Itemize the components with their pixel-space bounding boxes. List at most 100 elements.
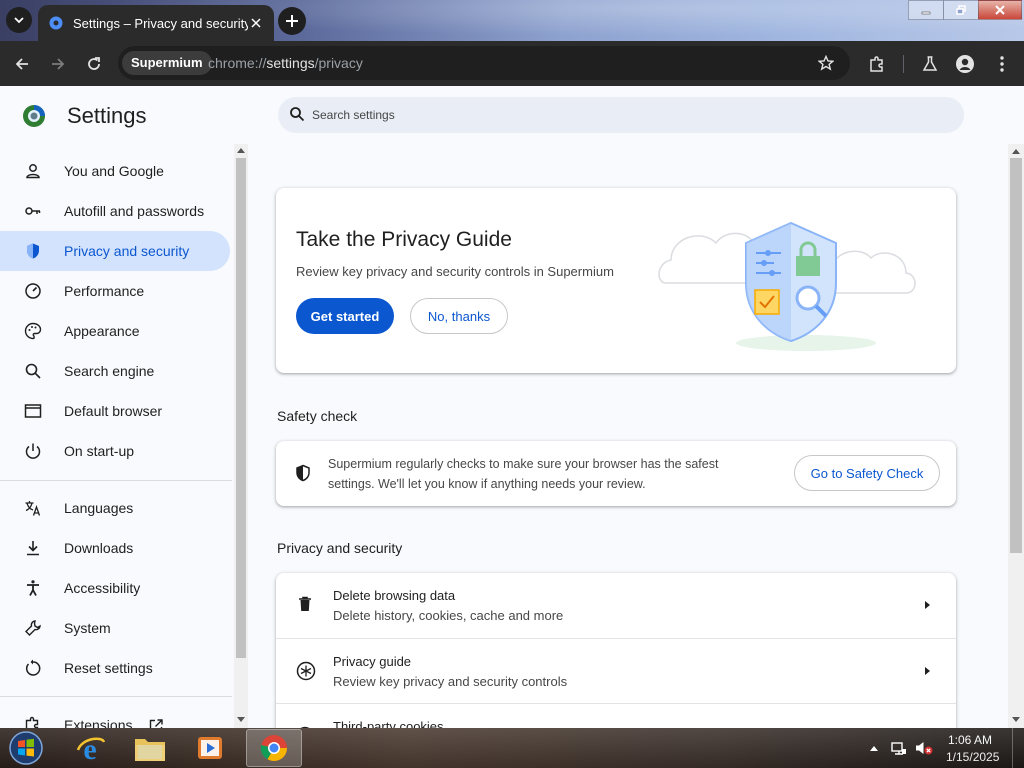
minimize-button[interactable]	[908, 0, 944, 20]
active-tab[interactable]: Settings – Privacy and security	[38, 5, 274, 41]
arrow-left-icon	[15, 58, 28, 70]
sidebar-item-search-engine[interactable]: Search engine	[0, 351, 230, 391]
sidebar-item-privacy[interactable]: Privacy and security	[0, 231, 230, 271]
reset-icon	[25, 659, 41, 676]
sidebar-scrollbar-thumb[interactable]	[236, 158, 246, 658]
arrow-right-icon	[52, 58, 65, 70]
download-icon	[27, 541, 39, 556]
sidebar-item-you-and-google[interactable]: You and Google	[0, 151, 230, 191]
menu-button[interactable]	[990, 52, 1014, 76]
sidebar-item-downloads[interactable]: Downloads	[0, 528, 230, 568]
sidebar-item-appearance[interactable]: Appearance	[0, 311, 230, 351]
sidebar-item-system[interactable]: System	[0, 608, 230, 648]
tab-title: Settings – Privacy and security	[73, 15, 248, 31]
sidebar-item-label: Performance	[64, 283, 145, 299]
sidebar-item-label: You and Google	[64, 163, 164, 179]
address-bar[interactable]: Supermium chrome://settings/privacy	[118, 46, 850, 80]
row-subtitle: Review key privacy and security controls	[333, 674, 568, 689]
labs-button[interactable]	[918, 52, 942, 76]
start-button[interactable]	[6, 729, 46, 767]
sidebar-item-on-startup[interactable]: On start-up	[0, 431, 230, 471]
reload-button[interactable]	[82, 52, 106, 76]
internet-explorer-icon: e	[76, 733, 106, 764]
clock-time[interactable]: 1:06 AM	[948, 733, 992, 747]
close-window-button[interactable]	[978, 0, 1022, 20]
sidebar-item-reset-settings[interactable]: Reset settings	[0, 648, 230, 688]
sidebar: You and Google Autofill and passwords Pr…	[0, 144, 232, 728]
privacy-guide-illustration	[656, 208, 926, 358]
search-placeholder: Search settings	[312, 108, 395, 122]
puzzle-icon	[25, 716, 39, 728]
go-to-safety-check-button[interactable]: Go to Safety Check	[794, 455, 940, 491]
tab-search-button[interactable]	[6, 7, 32, 33]
row-privacy-guide[interactable]: Privacy guide Review key privacy and sec…	[276, 638, 956, 703]
forward-button[interactable]	[46, 52, 70, 76]
tray-expand-icon[interactable]	[870, 745, 878, 751]
taskbar-media-player-button[interactable]	[182, 729, 238, 767]
toolbar-divider	[903, 55, 904, 73]
close-tab-icon[interactable]	[248, 15, 264, 31]
arrow-right-icon	[925, 601, 930, 609]
row-delete-browsing-data[interactable]: Delete browsing data Delete history, coo…	[276, 573, 956, 638]
restore-button[interactable]	[943, 0, 979, 20]
power-icon	[25, 443, 41, 459]
back-button[interactable]	[10, 52, 34, 76]
sidebar-item-label: Extensions	[64, 717, 133, 728]
folder-icon	[135, 739, 165, 761]
sidebar-item-default-browser[interactable]: Default browser	[0, 391, 230, 431]
taskbar-browser-button[interactable]	[246, 729, 302, 767]
shield-icon	[27, 243, 39, 259]
sidebar-item-performance[interactable]: Performance	[0, 271, 230, 311]
row-subtitle: Delete history, cookies, cache and more	[333, 608, 564, 623]
bookmark-star-icon[interactable]	[818, 55, 834, 71]
extensions-button[interactable]	[865, 52, 889, 76]
scroll-down-arrow-icon[interactable]	[1012, 717, 1020, 722]
taskbar-ie-button[interactable]: e	[62, 729, 118, 767]
more-vert-icon	[1000, 56, 1004, 72]
profile-button[interactable]	[953, 52, 977, 76]
scroll-up-arrow-icon[interactable]	[1012, 149, 1020, 154]
scroll-up-arrow-icon[interactable]	[237, 148, 245, 153]
show-desktop-button[interactable]	[1012, 728, 1024, 768]
sidebar-divider	[0, 480, 232, 481]
sidebar-item-languages[interactable]: Languages	[0, 488, 230, 528]
search-settings-field[interactable]: Search settings	[278, 97, 964, 133]
safety-check-description: Supermium regularly checks to make sure …	[328, 457, 719, 491]
sidebar-item-label: Autofill and passwords	[64, 203, 205, 219]
clock-date[interactable]: 1/15/2025	[946, 750, 999, 764]
privacy-guide-card: Take the Privacy Guide Review key privac…	[276, 188, 956, 373]
sidebar-item-label: Downloads	[64, 540, 134, 556]
get-started-button[interactable]: Get started	[296, 298, 394, 334]
browser-toolbar: Supermium chrome://settings/privacy	[0, 41, 1024, 86]
reload-icon	[88, 57, 100, 70]
privacy-guide-icon	[296, 661, 316, 681]
sidebar-item-accessibility[interactable]: Accessibility	[0, 568, 230, 608]
gear-icon	[49, 16, 63, 30]
sidebar-item-label: System	[64, 620, 111, 636]
sidebar-item-label: Default browser	[64, 403, 163, 419]
taskbar: e 1:06 AM 1/15/2025	[0, 728, 1024, 768]
sidebar-item-autofill[interactable]: Autofill and passwords	[0, 191, 230, 231]
row-title: Delete browsing data	[333, 588, 456, 603]
network-icon[interactable]	[891, 740, 907, 756]
browser-window-icon	[24, 404, 42, 418]
main-scrollbar-thumb[interactable]	[1010, 158, 1022, 553]
row-third-party-cookies[interactable]: Third-party cookies	[276, 703, 956, 728]
minimize-icon	[921, 11, 931, 15]
scroll-down-arrow-icon[interactable]	[237, 717, 245, 722]
volume-muted-icon[interactable]	[915, 740, 933, 756]
chevron-down-icon	[14, 17, 24, 24]
sidebar-item-extensions[interactable]: Extensions	[0, 705, 230, 728]
url-text[interactable]: chrome://settings/privacy	[208, 55, 363, 71]
site-chip[interactable]: Supermium	[122, 51, 212, 75]
palette-icon	[24, 322, 42, 340]
no-thanks-button[interactable]: No, thanks	[410, 298, 508, 334]
sidebar-item-label: Privacy and security	[64, 243, 190, 259]
safety-check-card: Supermium regularly checks to make sure …	[276, 441, 956, 506]
privacy-security-card: Delete browsing data Delete history, coo…	[276, 573, 956, 728]
translate-icon	[25, 501, 41, 516]
speedometer-icon	[25, 283, 41, 299]
taskbar-explorer-button[interactable]	[122, 729, 178, 767]
chrome-icon	[260, 735, 288, 762]
new-tab-button[interactable]	[278, 7, 306, 35]
